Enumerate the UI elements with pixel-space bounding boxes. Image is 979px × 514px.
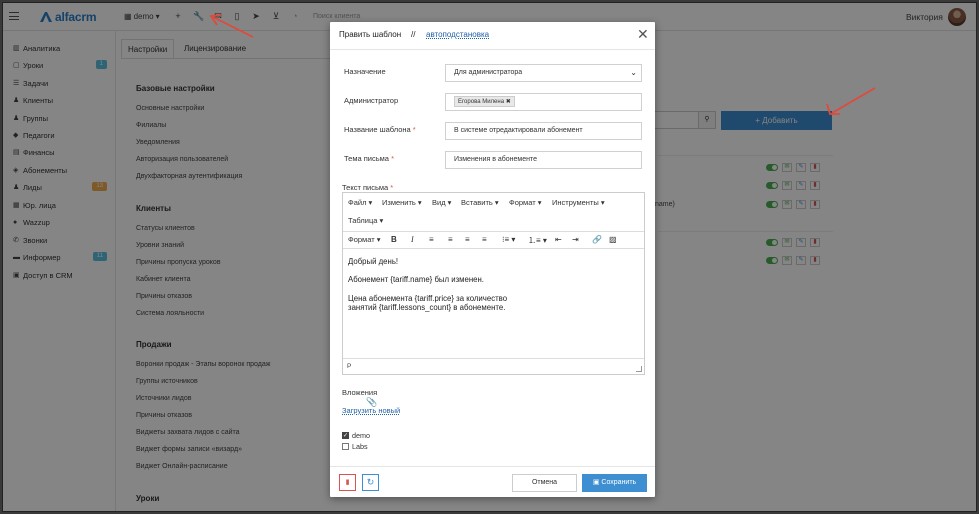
content-line: Абонемент {tariff.name} был изменен. — [348, 275, 484, 285]
content-line: Цена абонемента {tariff.price} за количе… — [348, 293, 508, 303]
branch-checkbox-labs[interactable]: Labs — [342, 442, 368, 451]
format-dropdown[interactable]: Формат ▾ — [348, 235, 381, 244]
menu-format[interactable]: Формат ▾ — [509, 198, 542, 207]
menu-table[interactable]: Таблица ▾ — [348, 216, 383, 225]
required-mark: * — [391, 154, 394, 163]
element-path: P — [347, 363, 352, 370]
editor-content[interactable]: Добрый день! Абонемент {tariff.name} был… — [348, 257, 638, 312]
cancel-button[interactable]: Отмена — [512, 474, 577, 492]
chevron-down-icon: ⌄ — [630, 68, 637, 77]
template-name-input[interactable]: В системе отредактировали абонемент — [445, 122, 642, 140]
app-window: alfacrm ▦ demo ▾ + 🔧 ✉ ▯ ➤ ⊻ ◔ Поиск кли… — [2, 2, 977, 512]
admin-label: Администратор — [344, 96, 399, 105]
close-icon[interactable]: ✕ — [637, 26, 649, 43]
checkbox-checked-icon[interactable]: ✓ — [342, 432, 349, 439]
subject-label: Тема письма * — [344, 154, 394, 163]
remove-tag-icon[interactable]: ✖ — [506, 99, 511, 105]
link-icon[interactable]: 🔗 — [592, 235, 602, 244]
align-right-icon[interactable]: ≡ — [465, 235, 470, 244]
trash-icon: ▮ — [345, 479, 350, 486]
align-left-icon[interactable]: ≡ — [429, 235, 434, 244]
modal-header-divider — [330, 49, 655, 50]
required-mark: * — [390, 183, 394, 192]
align-center-icon[interactable]: ≡ — [448, 235, 453, 244]
delete-button[interactable]: ▮ — [339, 474, 356, 491]
modal-footer-divider — [330, 466, 655, 467]
italic-icon[interactable]: I — [411, 235, 414, 244]
title-separator: // — [411, 30, 416, 39]
numbered-list-icon[interactable]: ⒈≡ ▾ — [528, 235, 547, 246]
save-button[interactable]: ▣ Сохранить — [582, 474, 647, 492]
indent-icon[interactable]: ⇥ — [572, 235, 579, 244]
editor-statusbar: P — [343, 358, 644, 375]
menu-insert[interactable]: Вставить ▾ — [461, 198, 499, 207]
bold-icon[interactable]: B — [391, 235, 397, 244]
autosubstitution-link[interactable]: автоподстановка — [426, 30, 489, 39]
purpose-select[interactable]: Для администратора ⌄ — [445, 64, 642, 82]
resize-handle[interactable] — [636, 366, 642, 372]
content-line: Добрый день! — [348, 257, 399, 266]
menu-file[interactable]: Файл ▾ — [348, 198, 372, 207]
required-mark: * — [412, 125, 416, 134]
admin-multiselect[interactable]: Егорова Милена ✖ — [445, 93, 642, 111]
menu-tools[interactable]: Инструменты ▾ — [552, 198, 605, 207]
attachments-label: Вложения — [342, 388, 378, 397]
admin-tag[interactable]: Егорова Милена ✖ — [454, 96, 515, 107]
branch-checkbox-demo[interactable]: ✓ demo — [342, 431, 370, 440]
template-name-label: Название шаблона * — [344, 125, 416, 134]
rich-text-editor: Файл ▾ Изменить ▾ Вид ▾ Вставить ▾ Форма… — [342, 192, 645, 375]
body-label: Текст письма * — [342, 183, 394, 192]
subject-input[interactable]: Изменения в абонементе — [445, 151, 642, 169]
outdent-icon[interactable]: ⇤ — [555, 235, 562, 244]
save-icon: ▣ — [592, 479, 600, 486]
checkbox-unchecked-icon[interactable] — [342, 443, 349, 450]
content-line: занятий {tariff.lessons_count} в абонеме… — [348, 302, 506, 312]
refresh-icon: ↻ — [366, 477, 375, 487]
purpose-label: Назначение — [344, 67, 386, 76]
edit-template-modal: Править шаблон // автоподстановка ✕ Назн… — [330, 22, 655, 497]
menu-edit[interactable]: Изменить ▾ — [382, 198, 422, 207]
reset-button[interactable]: ↻ — [362, 474, 379, 491]
modal-title: Править шаблон — [339, 30, 402, 39]
align-justify-icon[interactable]: ≡ — [482, 235, 487, 244]
editor-menubar: Файл ▾ Изменить ▾ Вид ▾ Вставить ▾ Форма… — [343, 193, 644, 231]
menu-view[interactable]: Вид ▾ — [432, 198, 451, 207]
image-icon[interactable]: ▨ — [609, 235, 617, 244]
editor-toolbar: Формат ▾ B I ≡ ≡ ≡ ≡ ⁝≡ ▾ ⒈≡ ▾ ⇤ ⇥ 🔗 ▨ — [343, 231, 644, 249]
bullet-list-icon[interactable]: ⁝≡ ▾ — [502, 235, 515, 244]
upload-new-link[interactable]: Загрузить новый — [342, 406, 400, 415]
